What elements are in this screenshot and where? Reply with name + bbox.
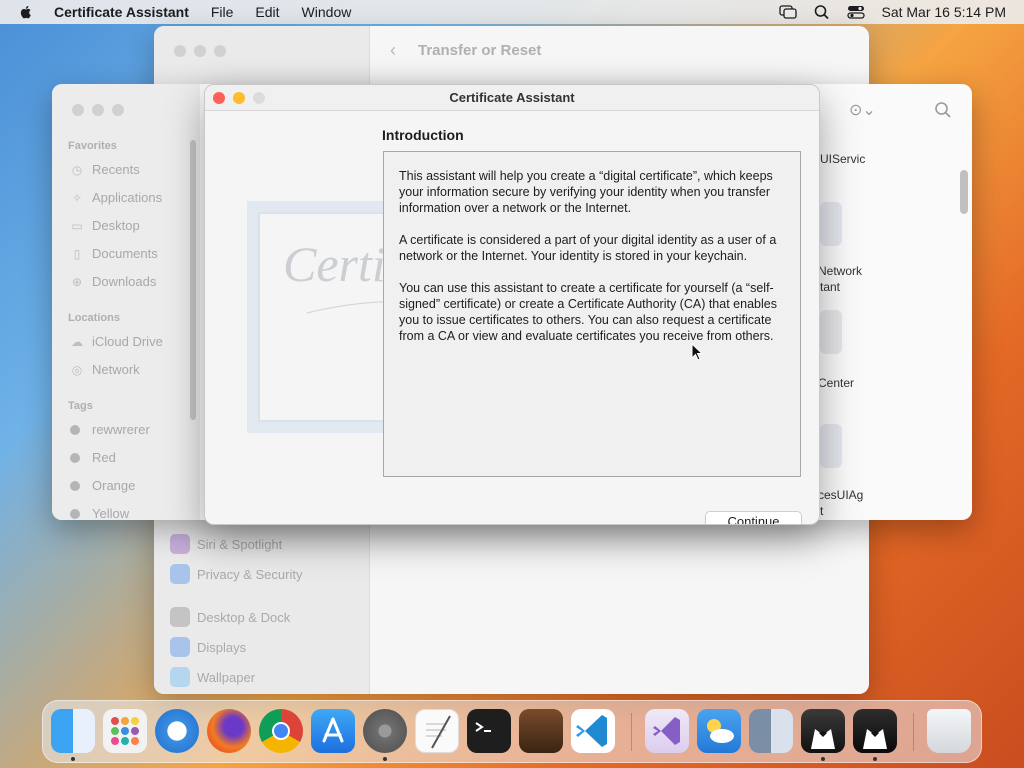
spotlight-search-icon[interactable] bbox=[813, 4, 831, 20]
hand-icon bbox=[170, 564, 190, 584]
continue-button[interactable]: Continue bbox=[705, 511, 802, 524]
desktop-icon: ▭ bbox=[71, 218, 83, 233]
terminal-icon[interactable] bbox=[467, 709, 511, 753]
introduction-text-box: This assistant will help you create a “d… bbox=[383, 151, 801, 477]
dock-icon bbox=[170, 607, 190, 627]
toggle-app-icon[interactable] bbox=[820, 310, 842, 354]
weather-icon[interactable] bbox=[697, 709, 741, 753]
more-actions-icon[interactable]: ⊙⌄ bbox=[849, 100, 876, 120]
file-label[interactable]: t bbox=[820, 504, 823, 518]
finder-traffic-lights[interactable] bbox=[72, 104, 124, 116]
tag-dot-icon bbox=[70, 508, 80, 519]
sidebar-scrollbar[interactable] bbox=[190, 140, 196, 420]
tag-dot-icon bbox=[70, 424, 80, 435]
menu-clock[interactable]: Sat Mar 16 5:14 PM bbox=[881, 4, 1006, 20]
firefox-icon[interactable] bbox=[207, 709, 251, 753]
settings-traffic-lights[interactable] bbox=[174, 45, 226, 57]
trash-icon[interactable] bbox=[927, 709, 971, 753]
vscode-icon[interactable] bbox=[571, 709, 615, 753]
running-indicator bbox=[821, 757, 825, 761]
menu-window[interactable]: Window bbox=[302, 4, 352, 20]
certificate-assistant-dialog: Certificate Assistant Certificate Introd… bbox=[204, 84, 820, 525]
menu-edit[interactable]: Edit bbox=[255, 4, 279, 20]
system-settings-icon[interactable] bbox=[363, 709, 407, 753]
finder-icon[interactable] bbox=[51, 709, 95, 753]
sidebar-tag-rewwrerer[interactable]: rewwrerer bbox=[70, 422, 150, 437]
clock-icon: ◷ bbox=[71, 162, 83, 177]
tag-dot-icon bbox=[70, 452, 80, 463]
sidebar-tag-red[interactable]: Red bbox=[70, 450, 116, 465]
app-file-icon[interactable] bbox=[820, 424, 842, 468]
running-indicator bbox=[71, 757, 75, 761]
wallpaper-icon bbox=[170, 667, 190, 687]
bartender-icon[interactable] bbox=[801, 709, 845, 753]
dialog-body: Certificate Introduction This assistant … bbox=[205, 111, 819, 524]
sidebar-tag-orange[interactable]: Orange bbox=[70, 478, 135, 493]
sidebar-item-desktop[interactable]: ▭ Desktop bbox=[70, 218, 139, 233]
locations-heading: Locations bbox=[68, 312, 120, 324]
dock bbox=[42, 700, 982, 763]
file-label[interactable]: Network bbox=[818, 264, 862, 278]
dialog-title: Certificate Assistant bbox=[449, 90, 575, 105]
tag-dot-icon bbox=[70, 480, 80, 491]
menu-bar: Certificate Assistant File Edit Window S… bbox=[0, 0, 1024, 24]
control-center-icon[interactable] bbox=[847, 4, 866, 20]
sidebar-item-downloads[interactable]: ⊕ Downloads bbox=[70, 274, 156, 289]
file-label[interactable]: UIServic bbox=[820, 152, 865, 166]
menu-app-name[interactable]: Certificate Assistant bbox=[54, 4, 189, 20]
running-indicator bbox=[873, 757, 877, 761]
introduction-heading: Introduction bbox=[382, 127, 464, 143]
file-label[interactable]: cesUIAg bbox=[818, 488, 863, 502]
search-icon[interactable] bbox=[934, 101, 952, 119]
app-store-icon[interactable] bbox=[311, 709, 355, 753]
settings-item-wallpaper[interactable]: Wallpaper bbox=[170, 667, 255, 687]
document-icon: ▯ bbox=[73, 246, 81, 261]
sidebar-item-documents[interactable]: ▯ Documents bbox=[70, 246, 158, 261]
mouse-cursor-icon bbox=[691, 343, 703, 361]
chrome-icon[interactable] bbox=[259, 709, 303, 753]
file-label[interactable]: Center bbox=[818, 376, 854, 390]
sidebar-tag-yellow[interactable]: Yellow bbox=[70, 506, 129, 520]
app-file-icon[interactable] bbox=[820, 202, 842, 246]
cloud-icon: ☁ bbox=[71, 334, 83, 349]
intro-paragraph-2: A certificate is considered a part of yo… bbox=[399, 233, 777, 263]
migration-icon[interactable] bbox=[749, 709, 793, 753]
favorites-heading: Favorites bbox=[68, 140, 117, 152]
settings-item-displays[interactable]: Displays bbox=[170, 637, 246, 657]
download-icon: ⊕ bbox=[71, 274, 83, 289]
bartender-alt-icon[interactable] bbox=[853, 709, 897, 753]
settings-item-privacy[interactable]: Privacy & Security bbox=[170, 564, 302, 584]
launchpad-icon[interactable] bbox=[103, 709, 147, 753]
menu-file[interactable]: File bbox=[211, 4, 234, 20]
sidebar-item-network[interactable]: ◎ Network bbox=[70, 362, 140, 377]
dock-separator bbox=[631, 713, 632, 751]
tags-heading: Tags bbox=[68, 400, 93, 412]
settings-item-desktop-dock[interactable]: Desktop & Dock bbox=[170, 607, 290, 627]
back-chevron-icon[interactable]: ‹ bbox=[390, 40, 396, 61]
display-icon bbox=[170, 637, 190, 657]
siri-icon bbox=[170, 534, 190, 554]
intro-paragraph-1: This assistant will help you create a “d… bbox=[399, 169, 773, 215]
instruments-icon[interactable] bbox=[519, 709, 563, 753]
globe-icon: ◎ bbox=[71, 362, 83, 377]
file-label[interactable]: tant bbox=[820, 280, 840, 294]
visual-studio-icon[interactable] bbox=[645, 709, 689, 753]
content-scrollbar[interactable] bbox=[960, 170, 968, 214]
sidebar-item-icloud[interactable]: ☁ iCloud Drive bbox=[70, 334, 163, 349]
safari-icon[interactable] bbox=[155, 709, 199, 753]
applications-icon: ✧ bbox=[71, 190, 83, 205]
intro-paragraph-3: You can use this assistant to create a c… bbox=[399, 281, 777, 343]
screen-mirroring-icon[interactable] bbox=[779, 4, 798, 20]
settings-page-title: Transfer or Reset bbox=[418, 42, 542, 59]
dialog-titlebar: Certificate Assistant bbox=[205, 85, 819, 111]
sidebar-item-recents[interactable]: ◷ Recents bbox=[70, 162, 140, 177]
dock-separator bbox=[913, 713, 914, 751]
sidebar-item-applications[interactable]: ✧ Applications bbox=[70, 190, 162, 205]
settings-item-siri[interactable]: Siri & Spotlight bbox=[170, 534, 282, 554]
apple-icon[interactable] bbox=[18, 4, 34, 20]
textedit-icon[interactable] bbox=[415, 709, 459, 753]
running-indicator bbox=[383, 757, 387, 761]
